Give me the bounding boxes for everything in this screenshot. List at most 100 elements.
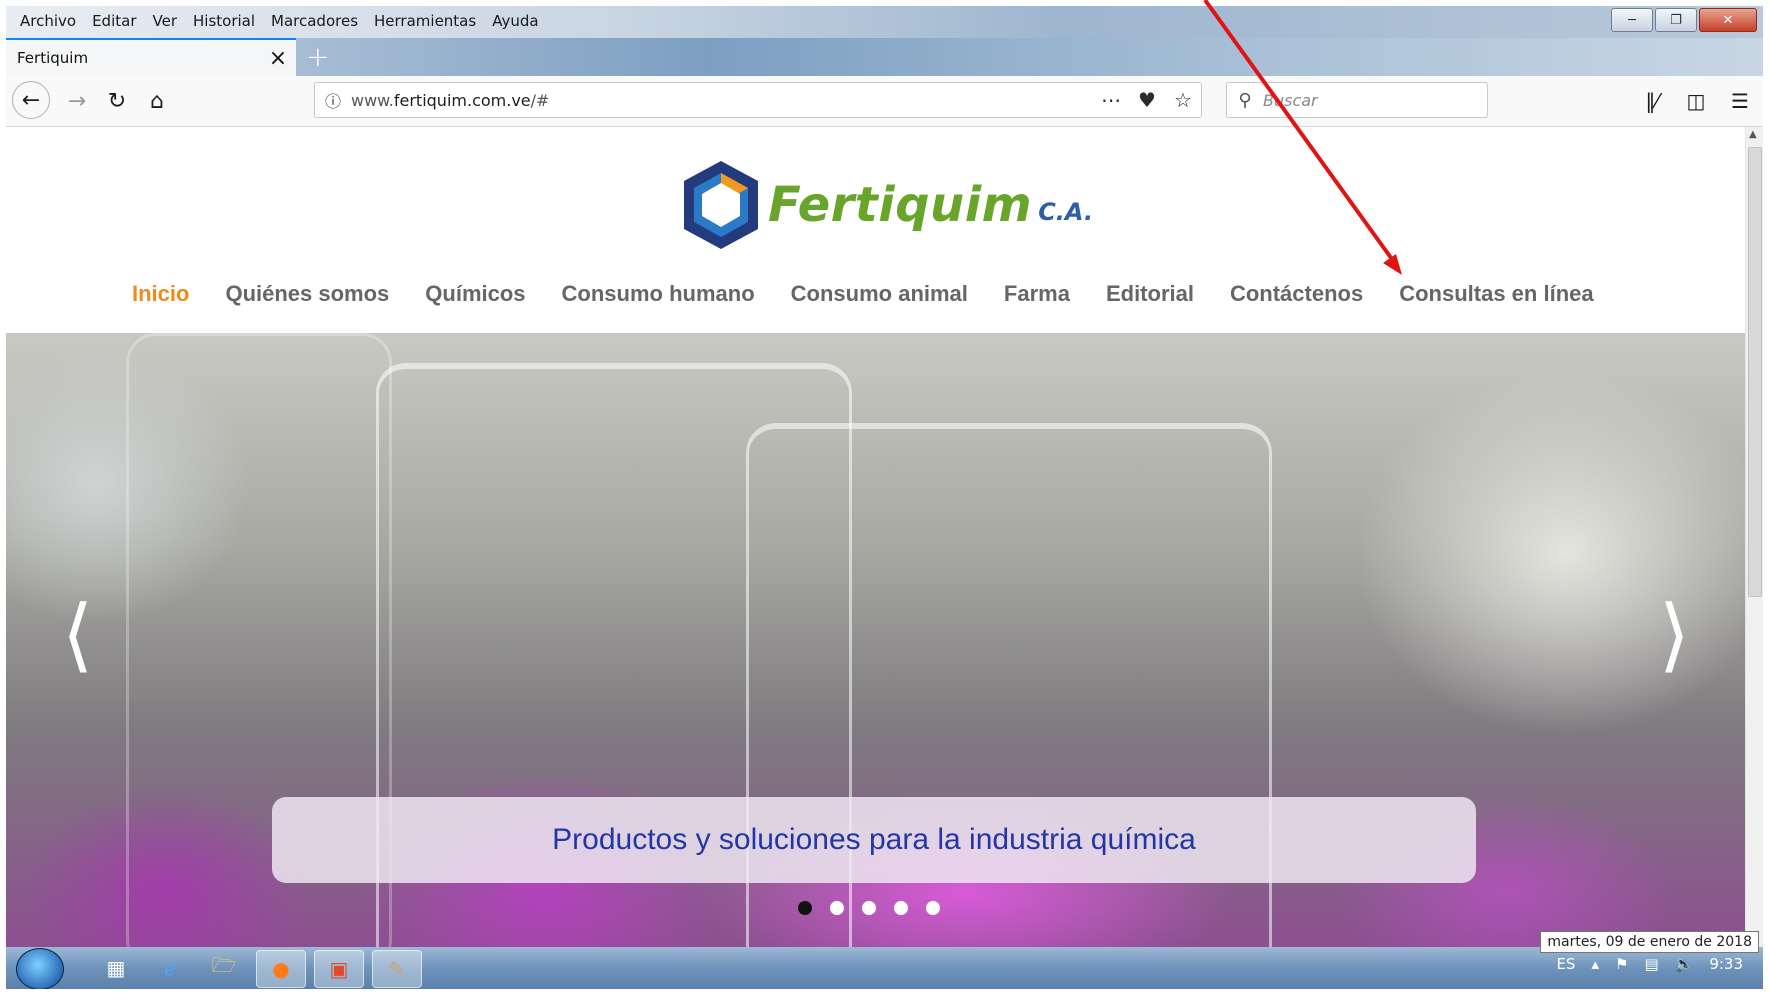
taskbar-app-paint[interactable]: ✎	[372, 950, 422, 988]
menu-bar: Archivo Editar Ver Historial Marcadores …	[12, 10, 547, 32]
search-bar[interactable]: ⚲ Buscar	[1226, 82, 1488, 118]
powerpoint-icon: ▣	[329, 957, 349, 981]
nav-consultas-en-linea[interactable]: Consultas en línea	[1399, 281, 1593, 307]
site-info-icon[interactable]: ⓘ	[315, 88, 351, 112]
minimize-button[interactable]: ─	[1611, 8, 1653, 32]
volume-icon[interactable]: 🔈	[1675, 955, 1694, 973]
web-page: Fertiquim C.A. Inicio Quiénes somos Quím…	[6, 127, 1746, 947]
navigation-toolbar: ← → ↻ ⌂ ⓘ www.fertiquim.com.ve/# ⋯ ♥ ☆ ⚲…	[6, 76, 1763, 127]
home-button[interactable]: ⌂	[140, 84, 174, 118]
page-actions-icon[interactable]: ⋯	[1093, 88, 1129, 112]
sidebar-button[interactable]: ◫	[1679, 84, 1713, 118]
scroll-thumb[interactable]	[1748, 147, 1762, 597]
sidebar-icon: ◫	[1686, 89, 1706, 113]
browser-window: Archivo Editar Ver Historial Marcadores …	[6, 6, 1763, 989]
search-placeholder: Buscar	[1263, 90, 1318, 110]
menu-ver[interactable]: Ver	[145, 10, 186, 32]
new-tab-button[interactable]: +	[306, 40, 329, 73]
menu-historial[interactable]: Historial	[185, 10, 263, 32]
folder-icon: 🗁	[211, 953, 237, 977]
nav-inicio[interactable]: Inicio	[132, 281, 189, 307]
system-tray: ES ▴ ⚑ ▤ 🔈 9:33	[1556, 955, 1743, 973]
restore-icon: ❐	[1670, 12, 1682, 28]
maximize-button[interactable]: ❐	[1655, 8, 1697, 32]
home-icon: ⌂	[150, 88, 164, 114]
taskbar-app-calculator[interactable]: ▦	[92, 950, 140, 986]
nav-quimicos[interactable]: Químicos	[425, 281, 525, 307]
forward-arrow-icon: →	[67, 88, 87, 114]
toolbar-right: ‖⁄ ◫ ☰	[1635, 84, 1757, 118]
nav-consumo-animal[interactable]: Consumo animal	[791, 281, 968, 307]
scroll-up-icon[interactable]: ▲	[1749, 129, 1757, 140]
url-prefix: www.	[351, 90, 394, 110]
language-indicator[interactable]: ES	[1556, 955, 1575, 973]
site-navigation: Inicio Quiénes somos Químicos Consumo hu…	[132, 281, 1594, 307]
back-arrow-icon: ←	[21, 87, 41, 113]
forward-button[interactable]: →	[60, 84, 94, 118]
nav-farma[interactable]: Farma	[1004, 281, 1070, 307]
date-tooltip: martes, 09 de enero de 2018	[1540, 931, 1759, 953]
taskbar-app-firefox[interactable]: ●	[256, 950, 306, 988]
reload-button[interactable]: ↻	[100, 84, 134, 118]
url-path: /#	[530, 90, 550, 110]
hamburger-menu-icon: ☰	[1731, 89, 1749, 113]
title-bar: Archivo Editar Ver Historial Marcadores …	[6, 6, 1763, 38]
minimize-icon: ─	[1628, 12, 1636, 28]
reload-icon: ↻	[107, 88, 127, 114]
search-icon: ⚲	[1238, 89, 1252, 111]
logo-suffix: C.A.	[1038, 198, 1094, 226]
site-logo[interactable]: Fertiquim C.A.	[678, 157, 1093, 253]
nav-consumo-humano[interactable]: Consumo humano	[562, 281, 755, 307]
pocket-icon[interactable]: ♥	[1129, 88, 1165, 112]
tab-fertiquim[interactable]: Fertiquim ×	[6, 38, 296, 76]
carousel-dot[interactable]	[830, 901, 844, 915]
taskbar-app-explorer[interactable]: 🗁	[200, 950, 248, 986]
hexagon-logo-icon	[684, 161, 758, 249]
menu-ayuda[interactable]: Ayuda	[484, 10, 546, 32]
carousel-dot[interactable]	[926, 901, 940, 915]
vertical-scrollbar[interactable]: ▲	[1745, 127, 1763, 947]
action-center-flag-icon[interactable]: ⚑	[1615, 955, 1628, 973]
library-button[interactable]: ‖⁄	[1635, 84, 1669, 118]
url-text[interactable]: www.fertiquim.com.ve/#	[351, 91, 1093, 110]
clock[interactable]: 9:33	[1709, 955, 1743, 973]
network-icon[interactable]: ▤	[1644, 955, 1658, 973]
menu-herramientas[interactable]: Herramientas	[366, 10, 484, 32]
show-hidden-icons-icon[interactable]: ▴	[1591, 955, 1599, 973]
paint-icon: ✎	[388, 957, 406, 981]
menu-marcadores[interactable]: Marcadores	[263, 10, 366, 32]
carousel-prev-icon[interactable]: ⟨	[62, 595, 93, 675]
library-icon: ‖⁄	[1645, 89, 1659, 113]
internet-explorer-icon: ℯ	[164, 956, 176, 980]
taskbar: ▦ ℯ 🗁 ● ▣ ✎ ES ▴ ⚑ ▤ 🔈 9:33	[6, 947, 1763, 989]
start-button[interactable]	[16, 948, 64, 989]
carousel-indicators	[798, 901, 940, 915]
window-controls: ─ ❐ ✕	[1611, 8, 1757, 32]
carousel-next-icon[interactable]: ⟩	[1659, 595, 1690, 675]
menu-editar[interactable]: Editar	[84, 10, 144, 32]
close-window-button[interactable]: ✕	[1699, 8, 1757, 32]
hero-caption-box: Productos y soluciones para la industria…	[272, 797, 1476, 883]
logo-wordmark: Fertiquim	[768, 177, 1033, 233]
hamburger-menu-button[interactable]: ☰	[1723, 84, 1757, 118]
taskbar-app-powerpoint[interactable]: ▣	[314, 950, 364, 988]
bookmark-star-icon[interactable]: ☆	[1165, 88, 1201, 112]
tab-strip: Fertiquim × +	[6, 38, 1763, 76]
tab-title: Fertiquim	[17, 49, 89, 67]
firefox-icon: ●	[272, 957, 290, 981]
taskbar-app-ie[interactable]: ℯ	[146, 950, 194, 986]
close-icon: ✕	[1722, 12, 1734, 28]
carousel-dot[interactable]	[894, 901, 908, 915]
url-domain: fertiquim.com.ve	[393, 90, 531, 110]
hero-caption: Productos y soluciones para la industria…	[552, 823, 1196, 856]
carousel-dot[interactable]	[798, 901, 812, 915]
nav-editorial[interactable]: Editorial	[1106, 281, 1194, 307]
tab-close-icon[interactable]: ×	[260, 46, 296, 71]
nav-quienes-somos[interactable]: Quiénes somos	[225, 281, 389, 307]
carousel-dot[interactable]	[862, 901, 876, 915]
calculator-icon: ▦	[106, 956, 126, 980]
nav-contactenos[interactable]: Contáctenos	[1230, 281, 1363, 307]
back-button[interactable]: ←	[12, 81, 50, 119]
address-bar[interactable]: ⓘ www.fertiquim.com.ve/# ⋯ ♥ ☆	[314, 82, 1202, 118]
menu-archivo[interactable]: Archivo	[12, 10, 84, 32]
